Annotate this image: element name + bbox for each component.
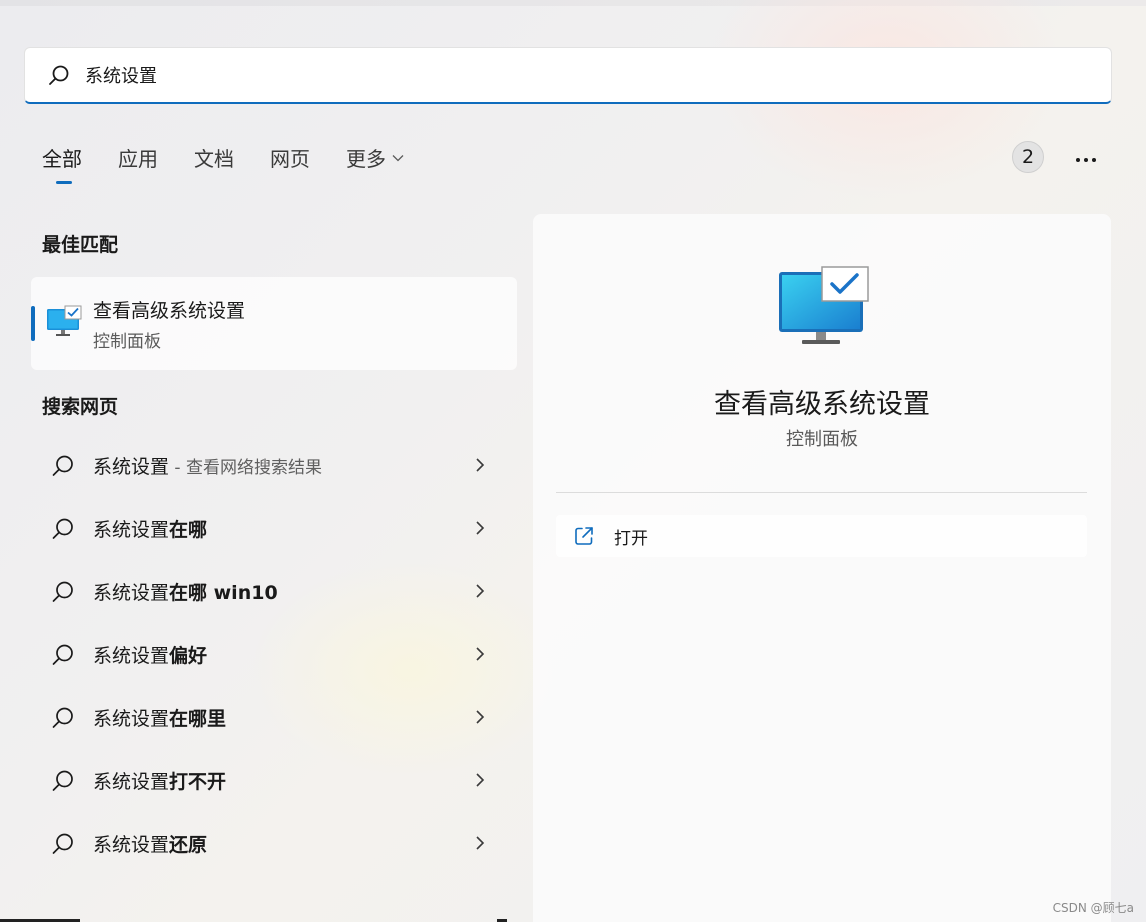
query-suggestion: 在哪 xyxy=(169,519,208,541)
chevron-right-icon xyxy=(475,646,485,666)
tab-web[interactable]: 网页 xyxy=(270,143,310,182)
search-icon xyxy=(51,580,75,608)
divider xyxy=(556,492,1087,493)
filter-tabs: 全部 应用 文档 网页 更多 xyxy=(42,143,440,184)
chevron-right-icon xyxy=(475,520,485,540)
web-search-text: 系统设置在哪 win10 xyxy=(93,578,278,605)
query-text: 系统设置 xyxy=(93,771,170,793)
result-preview-panel: 查看高级系统设置 控制面板 打开 xyxy=(533,214,1111,922)
chevron-down-icon xyxy=(392,154,404,162)
query-suggestion: 在哪 win10 xyxy=(169,582,278,604)
chevron-right-icon xyxy=(475,583,485,603)
query-suggestion: 打不开 xyxy=(169,771,227,793)
query-suggestion: 偏好 xyxy=(169,645,208,667)
system-settings-icon xyxy=(778,266,870,352)
tab-label: 文档 xyxy=(194,147,234,171)
web-search-item[interactable]: 系统设置在哪里 xyxy=(31,686,517,749)
tab-label: 网页 xyxy=(270,147,310,171)
window-top-edge xyxy=(0,0,1146,6)
open-external-icon xyxy=(574,526,594,546)
best-match-result[interactable]: 查看高级系统设置 控制面板 xyxy=(31,277,517,370)
watermark: CSDN @顾七a xyxy=(1052,901,1134,915)
tab-label: 全部 xyxy=(42,147,82,171)
search-input[interactable]: 系统设置 xyxy=(24,47,1112,104)
web-search-text: 系统设置打不开 xyxy=(93,767,226,794)
web-search-item[interactable]: 系统设置 - 查看网络搜索结果 xyxy=(31,434,517,497)
query-text: 系统设置 xyxy=(93,645,170,667)
tab-apps[interactable]: 应用 xyxy=(118,143,158,182)
web-search-item[interactable]: 系统设置还原 xyxy=(31,812,517,875)
open-label: 打开 xyxy=(614,528,648,549)
preview-subtitle: 控制面板 xyxy=(786,429,858,450)
chevron-right-icon xyxy=(475,835,485,855)
result-title: 查看高级系统设置 xyxy=(93,300,246,322)
search-icon xyxy=(47,63,71,87)
web-search-text: 系统设置在哪 xyxy=(93,515,207,542)
search-icon xyxy=(51,769,75,797)
query-text: 系统设置 xyxy=(93,834,170,856)
tab-more[interactable]: 更多 xyxy=(346,143,404,182)
query-hint: - 查看网络搜索结果 xyxy=(169,458,322,478)
chevron-right-icon xyxy=(475,772,485,792)
search-query[interactable]: 系统设置 xyxy=(85,62,157,88)
best-match-heading: 最佳匹配 xyxy=(42,234,119,256)
web-search-item[interactable]: 系统设置打不开 xyxy=(31,749,517,812)
search-icon xyxy=(51,706,75,734)
more-options-button[interactable] xyxy=(1068,143,1104,171)
web-search-list: 系统设置 - 查看网络搜索结果 系统设置在哪 系统设置在哪 win10 系统设置… xyxy=(31,434,517,875)
tab-all[interactable]: 全部 xyxy=(42,143,82,184)
query-text: 系统设置 xyxy=(93,582,170,604)
tab-label: 应用 xyxy=(118,147,158,171)
search-icon xyxy=(51,643,75,671)
result-subtitle: 控制面板 xyxy=(93,332,161,352)
selection-indicator xyxy=(31,306,35,341)
web-search-item[interactable]: 系统设置在哪 xyxy=(31,497,517,560)
web-search-text: 系统设置 - 查看网络搜索结果 xyxy=(93,452,322,479)
system-settings-icon xyxy=(46,305,82,343)
web-search-text: 系统设置偏好 xyxy=(93,641,207,668)
query-suggestion: 还原 xyxy=(169,834,208,856)
chevron-right-icon xyxy=(475,709,485,729)
web-search-item[interactable]: 系统设置偏好 xyxy=(31,623,517,686)
search-icon xyxy=(51,454,75,482)
query-text: 系统设置 xyxy=(93,708,170,730)
search-icon xyxy=(51,517,75,545)
tab-documents[interactable]: 文档 xyxy=(194,143,234,182)
search-icon xyxy=(51,832,75,860)
web-search-heading: 搜索网页 xyxy=(42,396,119,418)
preview-title: 查看高级系统设置 xyxy=(714,389,930,420)
more-icon xyxy=(1075,148,1097,167)
query-text: 系统设置 xyxy=(93,456,170,478)
rewards-badge[interactable]: 2 xyxy=(1012,141,1044,173)
open-button[interactable]: 打开 xyxy=(556,515,1087,557)
chevron-right-icon xyxy=(475,457,485,477)
tab-label: 更多 xyxy=(346,147,386,171)
web-search-text: 系统设置还原 xyxy=(93,830,207,857)
query-text: 系统设置 xyxy=(93,519,170,541)
web-search-text: 系统设置在哪里 xyxy=(93,704,226,731)
web-search-item[interactable]: 系统设置在哪 win10 xyxy=(31,560,517,623)
query-suggestion: 在哪里 xyxy=(169,708,227,730)
